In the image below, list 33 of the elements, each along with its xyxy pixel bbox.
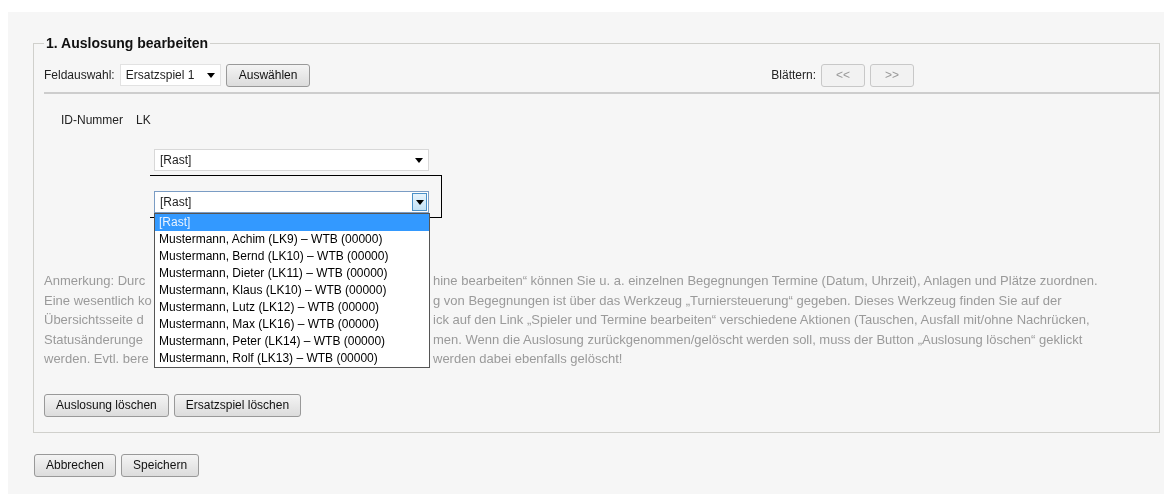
note-text: ick auf den Link „Spieler und Termine bearbeiten“ verschiedene Aktionen (Tauschen, Ausfall mit/ohne Nachrücken, [433, 311, 1090, 329]
delete-draw-button[interactable]: Auslosung löschen [44, 393, 169, 417]
select-button[interactable]: Auswählen [225, 63, 311, 87]
note-text: werden. Evtl. bere [44, 350, 149, 368]
note-text: Eine wesentlich ko [44, 291, 152, 310]
dropdown-option[interactable]: Mustermann, Peter (LK14) – WTB (00000) [155, 333, 429, 350]
note-text: hine bearbeiten“ können Sie u. a. einzelnen Begegnungen Termine (Datum, Uhrzeit), Anlagen und Plätze zuordnen. [433, 272, 1098, 290]
dropdown-option[interactable]: Mustermann, Klaus (LK10) – WTB (00000) [155, 282, 429, 299]
id-label: ID-Nummer [61, 113, 123, 127]
save-button[interactable]: Speichern [121, 453, 200, 477]
field-label: Feldauswahl: [44, 68, 115, 82]
dropdown-option[interactable]: Mustermann, Dieter (LK11) – WTB (00000) [155, 265, 429, 282]
dropdown-option[interactable]: Mustermann, Achim (LK9) – WTB (00000) [155, 231, 429, 248]
player-select[interactable]: [Rast] [154, 191, 429, 213]
dropdown-option[interactable]: Mustermann, Max (LK16) – WTB (00000) [155, 316, 429, 333]
lk-label: LK [136, 113, 151, 127]
dropdown-option[interactable]: Mustermann, Lutz (LK12) – WTB (00000) [155, 299, 429, 316]
cancel-button[interactable]: Abbrechen [34, 453, 117, 477]
note-text: werden dabei ebenfalls gelöscht! [433, 350, 623, 368]
section-title: 1. Auslosung bearbeiten [45, 35, 210, 51]
caret-icon [206, 72, 215, 78]
dropdown-option[interactable]: Mustermann, Bernd (LK10) – WTB (00000) [155, 248, 429, 265]
paging-label: Blättern: [771, 68, 816, 82]
note-text: g von Begegnungen ist über das Werkzeug „Turniersteuerung“ gegeben. Dieses Werkzeug finden Sie auf der [433, 291, 1062, 310]
note-text: Übersichtsseite d [44, 311, 144, 329]
caret-icon [415, 157, 423, 163]
field-select[interactable]: Ersatzspiel 1 [119, 64, 221, 86]
player-select[interactable]: [Rast] [154, 149, 429, 171]
dropdown-option[interactable]: Mustermann, Rolf (LK13) – WTB (00000) [155, 350, 429, 367]
note-text: Anmerkung: Durc [44, 272, 146, 290]
delete-replacement-button[interactable]: Ersatzspiel löschen [173, 393, 302, 417]
note-text: Statusänderunge [44, 330, 144, 349]
note-text: men. Wenn die Auslosung zurückgenommen/gelöscht werden soll, muss der Button „Auslosung löschen“ geklickt [433, 330, 1083, 349]
